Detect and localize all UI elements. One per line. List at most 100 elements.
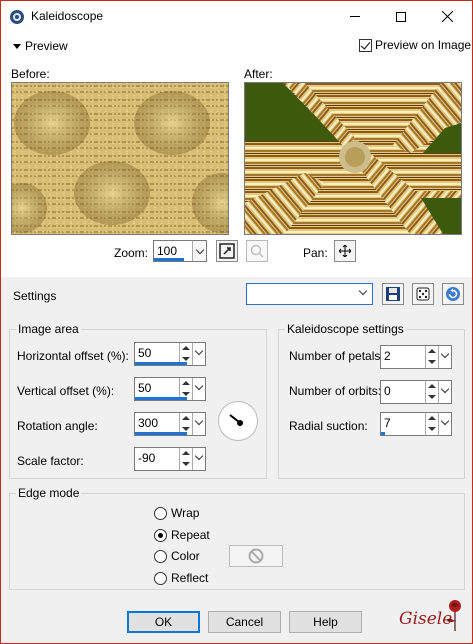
pan-button[interactable] xyxy=(334,240,356,262)
repeat-label: Repeat xyxy=(171,528,210,542)
slider-dropdown[interactable] xyxy=(192,413,205,435)
horizontal-offset-stepper[interactable]: 50 xyxy=(134,342,206,366)
randomize-button[interactable] xyxy=(412,283,434,305)
rotation-dial[interactable] xyxy=(218,401,258,441)
zoom-actual-size-button[interactable] xyxy=(246,240,268,262)
zoom-input[interactable]: 100 xyxy=(153,240,207,262)
down-arrow-icon xyxy=(182,462,190,466)
after-preview[interactable] xyxy=(244,82,462,235)
before-preview[interactable] xyxy=(11,82,229,235)
vertical-offset-stepper[interactable]: 50 xyxy=(134,377,206,401)
title-bar[interactable]: Kaleidoscope xyxy=(1,1,472,32)
preset-dropdown[interactable] xyxy=(246,283,373,305)
cancel-button[interactable]: Cancel xyxy=(208,611,281,633)
down-arrow-icon xyxy=(182,392,190,396)
minimize-button[interactable] xyxy=(332,1,378,32)
settings-label: Settings xyxy=(13,289,57,303)
chevron-down-icon xyxy=(440,349,450,359)
slider-dropdown[interactable] xyxy=(438,381,451,403)
help-button[interactable]: Help xyxy=(289,611,362,633)
preview-on-image-checkbox[interactable] xyxy=(359,38,372,52)
rotation-angle-label: Rotation angle: xyxy=(17,419,98,433)
zoom-slider-fill xyxy=(154,258,184,261)
petals-stepper[interactable]: 2 xyxy=(380,345,452,369)
radial-suction-value: 7 xyxy=(384,416,391,430)
slider-dropdown[interactable] xyxy=(438,346,451,368)
wrap-radio[interactable] xyxy=(154,506,167,520)
ok-button[interactable]: OK xyxy=(127,611,200,633)
maximize-button[interactable] xyxy=(378,1,424,32)
zoom-fit-icon xyxy=(219,243,235,259)
spin-arrows[interactable] xyxy=(425,381,437,403)
petals-value: 2 xyxy=(384,349,391,363)
reset-icon xyxy=(446,287,460,301)
kaleidoscope-settings-title: Kaleidoscope settings xyxy=(285,322,406,336)
move-icon xyxy=(339,245,351,257)
orbits-stepper[interactable]: 0 xyxy=(380,380,452,404)
rotation-angle-value: 300 xyxy=(138,416,159,430)
edge-mode-reflect-option[interactable]: Reflect xyxy=(154,571,208,585)
up-arrow-icon xyxy=(182,381,190,385)
orbits-label: Number of orbits: xyxy=(289,384,382,398)
window-title: Kaleidoscope xyxy=(31,9,104,23)
slider-dropdown[interactable] xyxy=(192,378,205,400)
minimize-icon xyxy=(350,16,360,17)
no-color-icon xyxy=(248,548,264,564)
up-arrow-icon xyxy=(428,349,436,353)
image-area-title: Image area xyxy=(16,322,81,336)
kaleidoscope-dialog: Kaleidoscope Preview Preview on Image Be… xyxy=(0,0,473,644)
reset-button[interactable] xyxy=(442,283,464,305)
repeat-radio[interactable] xyxy=(154,528,167,542)
spin-arrows[interactable] xyxy=(425,346,437,368)
petals-label: Number of petals: xyxy=(289,349,384,363)
vertical-offset-label: Vertical offset (%): xyxy=(17,384,115,398)
slider-dropdown[interactable] xyxy=(438,413,451,435)
after-label: After: xyxy=(244,67,273,81)
up-arrow-icon xyxy=(428,416,436,420)
edge-mode-repeat-option[interactable]: Repeat xyxy=(154,528,210,542)
reflect-radio[interactable] xyxy=(154,571,167,585)
value-fill-bar xyxy=(135,432,187,435)
ok-button-label: OK xyxy=(154,615,173,629)
spin-arrows[interactable] xyxy=(179,448,191,470)
reflect-label: Reflect xyxy=(171,571,209,585)
color-radio[interactable] xyxy=(154,549,167,563)
edge-color-swatch[interactable] xyxy=(229,545,283,567)
cancel-button-label: Cancel xyxy=(225,615,264,629)
preview-on-image-option[interactable]: Preview on Image xyxy=(359,38,471,52)
edge-mode-wrap-option[interactable]: Wrap xyxy=(154,506,199,520)
chevron-down-icon xyxy=(440,416,450,426)
preview-toggle[interactable]: Preview xyxy=(13,39,68,53)
chevron-down-icon xyxy=(195,245,204,254)
down-arrow-icon xyxy=(428,395,436,399)
rotation-angle-stepper[interactable]: 300 xyxy=(134,412,206,436)
slider-dropdown[interactable] xyxy=(192,448,205,470)
down-arrow-icon xyxy=(428,427,436,431)
down-arrow-icon xyxy=(182,357,190,361)
save-preset-button[interactable] xyxy=(382,283,404,305)
up-arrow-icon xyxy=(428,384,436,388)
before-label: Before: xyxy=(11,67,50,81)
edge-mode-group: Edge mode xyxy=(9,486,465,590)
magnifier-icon xyxy=(250,244,264,258)
up-arrow-icon xyxy=(182,451,190,455)
radial-suction-stepper[interactable]: 7 xyxy=(380,412,452,436)
radial-suction-label: Radial suction: xyxy=(289,419,368,433)
zoom-dropdown-button[interactable] xyxy=(192,241,206,261)
horizontal-offset-label: Horizontal offset (%): xyxy=(17,349,129,363)
zoom-value: 100 xyxy=(157,244,178,258)
edge-mode-color-option[interactable]: Color xyxy=(154,549,200,563)
chevron-down-icon xyxy=(194,451,204,461)
chevron-down-icon xyxy=(194,346,204,356)
scale-factor-stepper[interactable]: -90 xyxy=(134,447,206,471)
close-button[interactable] xyxy=(424,1,470,32)
value-fill-bar xyxy=(135,397,187,400)
zoom-to-fit-button[interactable] xyxy=(216,240,238,262)
preview-section: Preview Preview on Image Before: After: xyxy=(1,32,472,277)
chevron-down-icon xyxy=(440,384,450,394)
slider-dropdown[interactable] xyxy=(192,343,205,365)
chevron-down-icon xyxy=(358,286,368,296)
spin-arrows[interactable] xyxy=(425,413,437,435)
app-icon xyxy=(10,10,24,24)
value-fill-bar xyxy=(135,362,187,365)
